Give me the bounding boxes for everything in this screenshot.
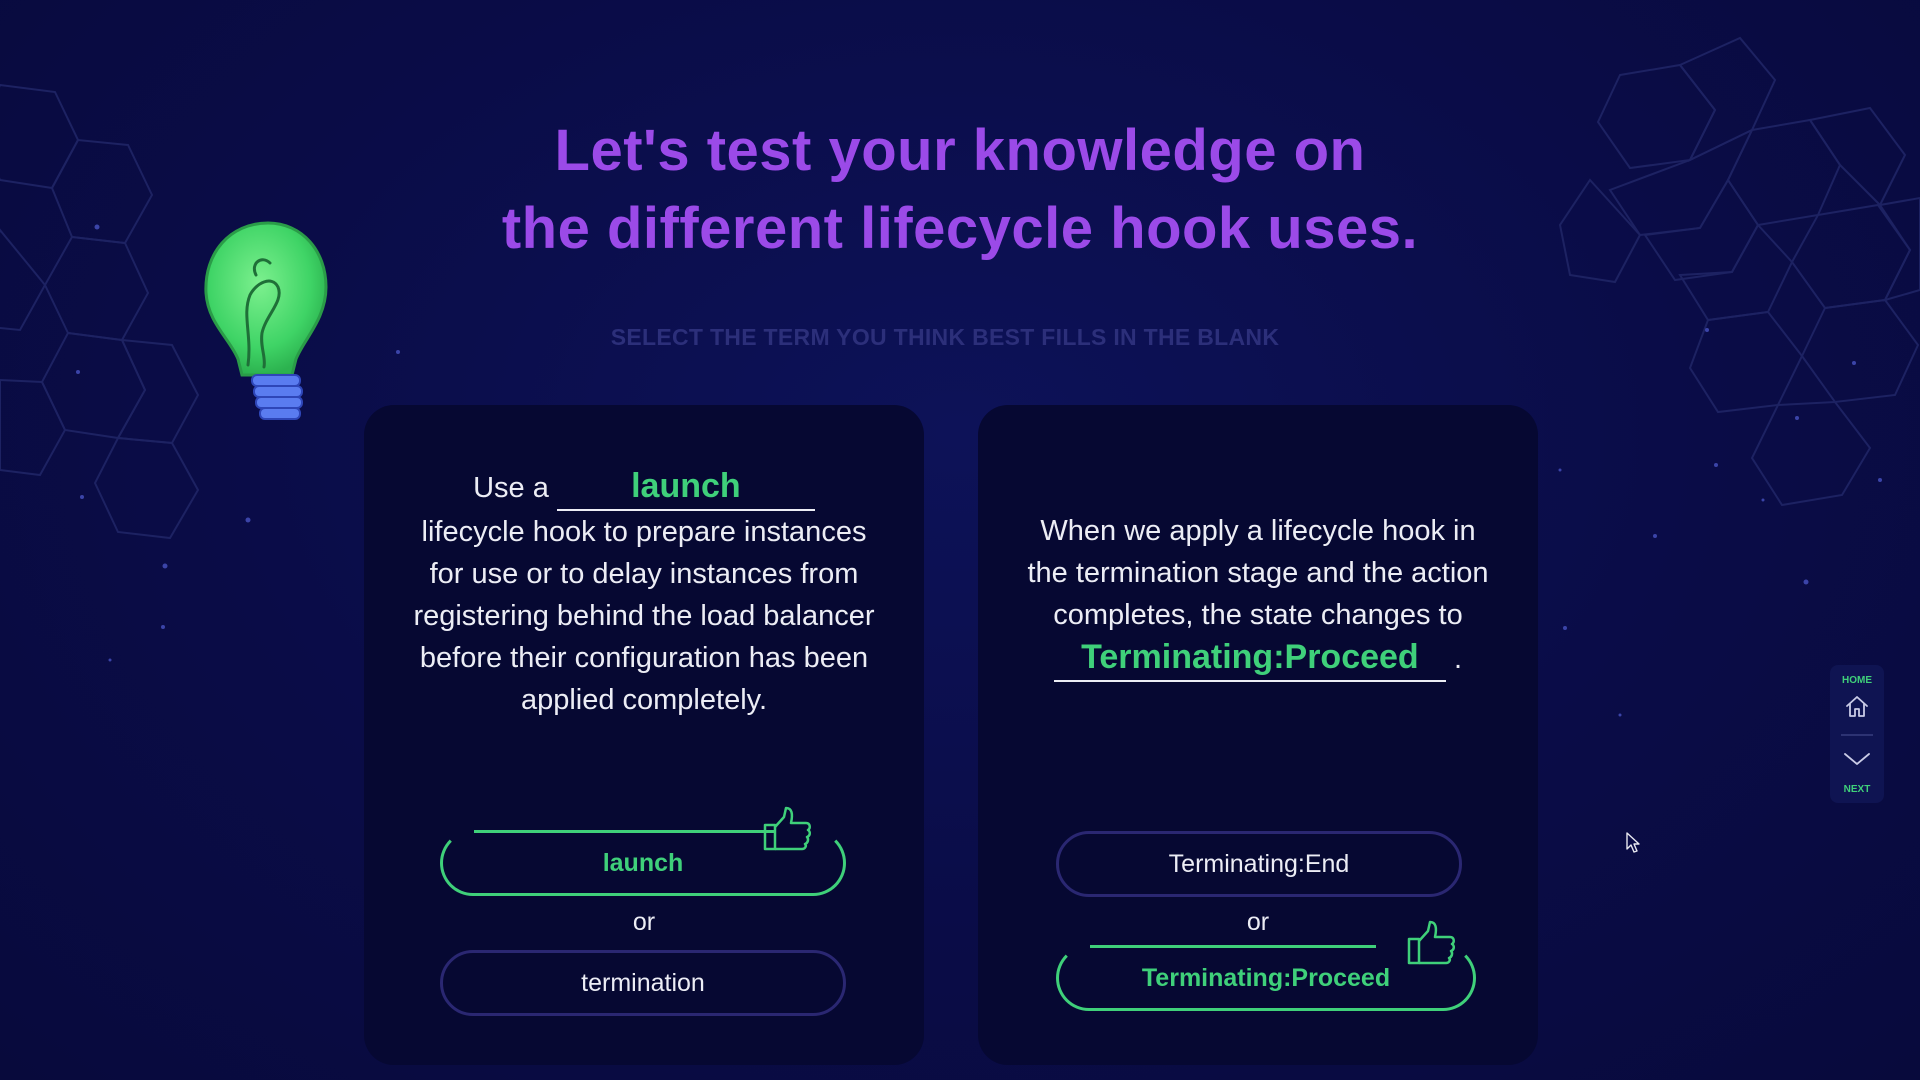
correct-outline-segment [474,830,774,833]
option-termination-button[interactable]: termination [440,950,846,1016]
home-label: HOME [1842,675,1872,686]
title-line-1: Let's test your knowledge on [554,118,1366,183]
or-separator: or [632,908,656,936]
option-label: termination [581,968,705,997]
option-label: Terminating:End [1168,849,1350,878]
option-label: Terminating:Proceed [1141,963,1391,992]
option-terminating-end-button[interactable]: Terminating:End [1056,831,1462,897]
question-card-2: When we apply a lifecycle hook in the te… [978,405,1538,1065]
statement-prefix: Use a [473,472,549,504]
option-label: launch [602,848,684,877]
side-navigation: HOME NEXT [1830,665,1884,803]
question-card-1: Use a launch lifecycle hook to prepare i… [364,405,924,1065]
statement-suffix: . [1454,643,1463,675]
quiz-slide: Let's test your knowledge on the differe… [0,0,1920,1080]
statement-prefix: When we apply a lifecycle hook in the te… [1027,515,1489,631]
lightbulb-icon [204,221,328,420]
thumbs-up-icon [1407,920,1456,965]
filled-answer: launch [631,467,741,505]
mouse-cursor-icon [1626,832,1640,853]
chevron-down-icon[interactable] [1842,749,1872,769]
filled-answer: Terminating:Proceed [1081,638,1419,676]
nav-divider [1841,734,1873,736]
question-statement: When we apply a lifecycle hook in the te… [1018,510,1498,682]
thumbs-up-icon [763,806,812,851]
answer-blank: Terminating:Proceed [1053,636,1446,682]
question-statement: Use a launch lifecycle hook to prepare i… [404,465,884,721]
statement-suffix: lifecycle hook to prepare instances for … [413,516,875,716]
correct-outline-segment [1090,945,1376,948]
home-icon[interactable] [1844,693,1870,719]
next-label[interactable]: NEXT [1830,784,1884,795]
answer-blank: launch [556,465,815,511]
